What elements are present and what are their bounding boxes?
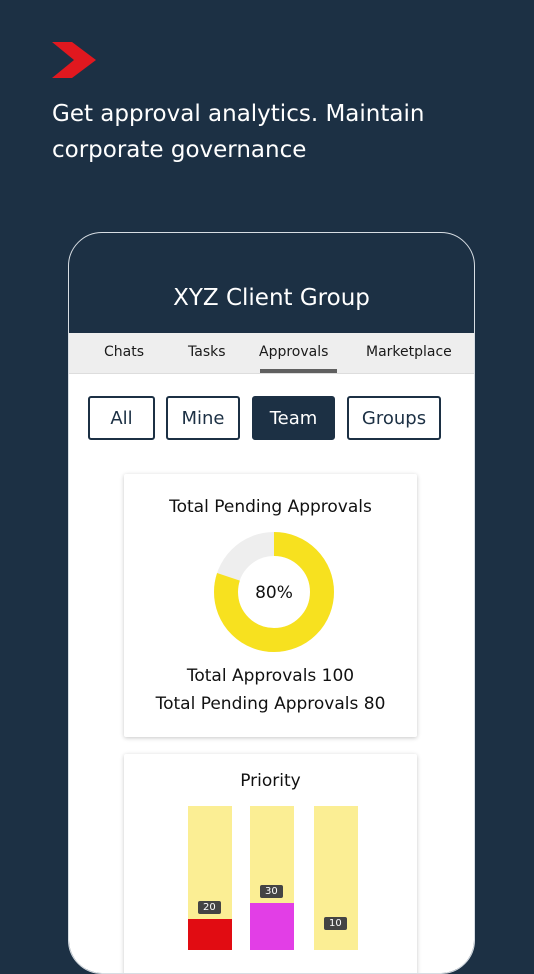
priority-bar (188, 919, 232, 950)
priority-card-title: Priority (240, 771, 301, 791)
tab-bar: Chats Tasks Approvals Marketplace (69, 333, 474, 374)
brand-logo (52, 42, 96, 78)
filter-team-button[interactable]: Team (252, 396, 335, 440)
active-tab-indicator (260, 369, 337, 373)
tab-approvals[interactable]: Approvals (259, 344, 328, 360)
filter-groups-button[interactable]: Groups (347, 396, 441, 440)
pending-card-title: Total Pending Approvals (169, 497, 372, 517)
pending-approvals-card: Total Pending Approvals 80% Total Approv… (124, 474, 417, 737)
filter-all-button[interactable]: All (88, 396, 155, 440)
group-title: XYZ Client Group (173, 285, 370, 311)
tab-marketplace[interactable]: Marketplace (366, 344, 452, 360)
priority-bar-value-label: 10 (324, 917, 347, 930)
priority-card: Priority 20 30 10 (124, 754, 417, 973)
total-pending-stat: Total Pending Approvals 80 (155, 694, 386, 714)
total-approvals-stat: Total Approvals 100 (186, 666, 355, 686)
tab-tasks[interactable]: Tasks (188, 344, 226, 360)
priority-bar (250, 903, 294, 950)
app-screen: Chats Tasks Approvals Marketplace All Mi… (69, 333, 474, 973)
donut-percent-label: 80% (255, 583, 293, 603)
headline: Get approval analytics. Maintain corpora… (52, 101, 425, 163)
pending-donut-chart: 80% (214, 532, 334, 652)
priority-bar-value-label: 30 (260, 885, 283, 898)
priority-bar-value-label: 20 (198, 901, 221, 914)
filter-mine-button[interactable]: Mine (166, 396, 240, 440)
tab-chats[interactable]: Chats (104, 344, 144, 360)
priority-bar (314, 935, 358, 950)
phone-frame: XYZ Client Group Chats Tasks Approvals M… (68, 232, 475, 974)
